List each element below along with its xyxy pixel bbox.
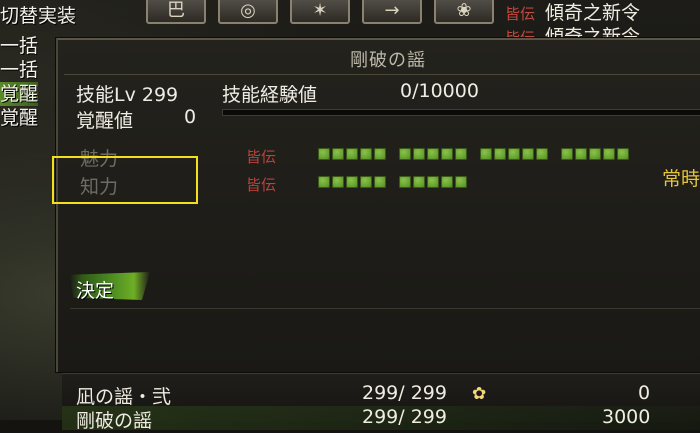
toolbar-button-shield[interactable]: ✶ bbox=[290, 0, 350, 24]
skill-name: 傾奇之新令 bbox=[545, 2, 641, 24]
skill-count: 299/ 299 bbox=[362, 406, 447, 428]
skill-exp-label: 技能経験値 bbox=[222, 84, 318, 106]
level-pip bbox=[374, 176, 386, 188]
menu-item-toggle-equip[interactable]: 切替実装 bbox=[0, 4, 76, 28]
level-pip bbox=[575, 148, 587, 160]
skill-detail-dialog: 剛破の謡 技能Lv 299 技能経験値 0/10000 覚醒値 0 魅力 皆伝 … bbox=[52, 38, 700, 372]
level-pip bbox=[617, 148, 629, 160]
toolbar-button-arrow[interactable]: → bbox=[362, 0, 422, 24]
swirl-icon: ❀ bbox=[456, 0, 472, 21]
emblem-icon: ◎ bbox=[240, 0, 256, 21]
level-pip bbox=[603, 148, 615, 160]
dialog-divider bbox=[70, 308, 700, 309]
table-row[interactable]: 剛破の謡 299/ 299 3000 bbox=[62, 406, 700, 432]
level-pip bbox=[374, 148, 386, 160]
level-pip bbox=[399, 176, 411, 188]
title-divider bbox=[64, 74, 700, 75]
level-pip bbox=[508, 148, 520, 160]
level-pip bbox=[441, 176, 453, 188]
pip-group bbox=[561, 148, 629, 160]
level-pip bbox=[399, 148, 411, 160]
level-pip bbox=[332, 176, 344, 188]
pip-group bbox=[399, 176, 467, 188]
pip-group bbox=[318, 148, 386, 160]
selection-highlight bbox=[52, 156, 198, 204]
level-pip bbox=[455, 148, 467, 160]
toolbar-button-emblem[interactable]: ◎ bbox=[218, 0, 278, 24]
skill-exp-value: 0/10000 bbox=[400, 80, 479, 102]
toolbar-button-swirl[interactable]: ❀ bbox=[434, 0, 494, 24]
table-row[interactable]: 凪の謡・弐 299/ 299 ✿ 0 bbox=[62, 382, 700, 408]
level-pip bbox=[318, 176, 330, 188]
requirement-pips-intellect bbox=[318, 176, 467, 188]
always-active-label: 常時 bbox=[662, 168, 700, 190]
menu-item-awaken-1[interactable]: 覚醒 bbox=[0, 82, 39, 106]
arrow-right-icon: → bbox=[384, 0, 400, 21]
skill-level-label: 技能Lv 299 bbox=[76, 84, 179, 106]
skill-exp-bar bbox=[222, 109, 700, 116]
mastery-tag: 皆伝 bbox=[505, 5, 536, 23]
level-pip bbox=[346, 148, 358, 160]
level-pip bbox=[413, 148, 425, 160]
level-pip bbox=[427, 148, 439, 160]
skill-count: 299/ 299 bbox=[362, 382, 447, 404]
menu-item-awaken-2[interactable]: 覚醒 bbox=[0, 106, 38, 130]
level-pip bbox=[589, 148, 601, 160]
level-pip bbox=[480, 148, 492, 160]
level-pip bbox=[332, 148, 344, 160]
list-item[interactable]: 皆伝傾奇之新令 bbox=[505, 0, 640, 24]
level-pip bbox=[413, 176, 425, 188]
level-pip bbox=[346, 176, 358, 188]
awakening-label: 覚醒値 bbox=[76, 110, 134, 132]
skill-value: 0 bbox=[638, 382, 651, 404]
dialog-title: 剛破の謡 bbox=[350, 50, 426, 71]
level-pip bbox=[441, 148, 453, 160]
pip-group bbox=[480, 148, 548, 160]
pip-group bbox=[318, 176, 386, 188]
skill-list: 凪の謡・弐 299/ 299 ✿ 0 剛破の謡 299/ 299 3000 bbox=[62, 372, 700, 432]
menu-item-batch-2[interactable]: 一括 bbox=[0, 58, 38, 82]
skill-value: 3000 bbox=[602, 406, 651, 428]
level-pip bbox=[360, 176, 372, 188]
toolbar-button-scroll[interactable]: 巴 bbox=[146, 0, 206, 24]
flower-icon: ✿ bbox=[472, 384, 487, 404]
level-pip bbox=[522, 148, 534, 160]
mastery-tag: 皆伝 bbox=[246, 148, 277, 166]
skill-name: 凪の謡・弐 bbox=[76, 386, 172, 408]
level-pip bbox=[427, 176, 439, 188]
level-pip bbox=[494, 148, 506, 160]
menu-item-batch-1[interactable]: 一括 bbox=[0, 34, 38, 58]
decide-button[interactable]: 決定 bbox=[76, 276, 114, 303]
level-pip bbox=[318, 148, 330, 160]
scroll-icon: 巴 bbox=[167, 0, 185, 21]
level-pip bbox=[536, 148, 548, 160]
level-pip bbox=[455, 176, 467, 188]
pip-group bbox=[399, 148, 467, 160]
level-pip bbox=[561, 148, 573, 160]
requirement-pips-charisma bbox=[318, 148, 629, 160]
awakening-value: 0 bbox=[184, 106, 197, 128]
level-pip bbox=[360, 148, 372, 160]
shield-icon: ✶ bbox=[312, 0, 328, 21]
mastery-tag: 皆伝 bbox=[246, 176, 277, 194]
